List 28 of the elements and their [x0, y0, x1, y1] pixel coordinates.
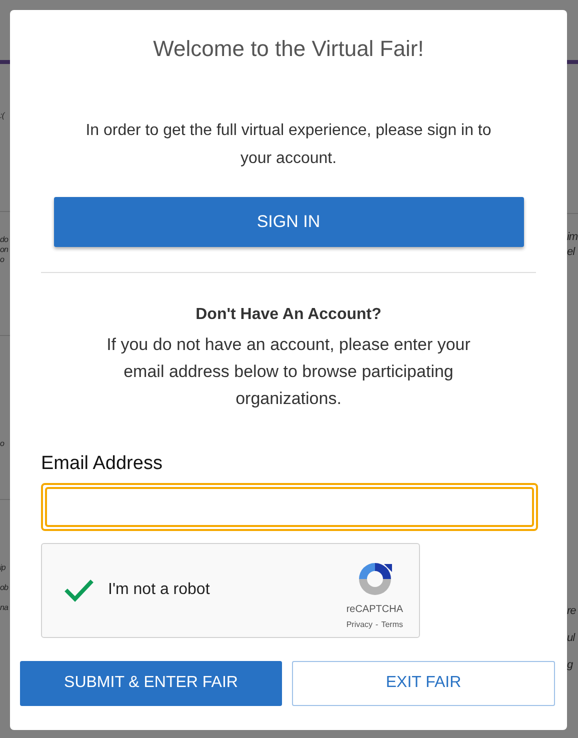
- no-account-heading: Don't Have An Account?: [196, 305, 382, 325]
- background-text: o: [0, 256, 6, 264]
- background-text: :(: [0, 112, 6, 120]
- recaptcha-brand: reCAPTCHA: [346, 602, 403, 616]
- sign-in-button[interactable]: SIGN IN: [54, 197, 524, 247]
- link-separator: -: [376, 618, 378, 630]
- email-field[interactable]: [41, 482, 538, 530]
- submit-button[interactable]: SUBMIT & ENTER FAIR: [20, 660, 282, 706]
- privacy-link[interactable]: Privacy: [346, 618, 373, 630]
- background-text: im: [567, 232, 578, 243]
- captcha-label: I'm not a robot: [108, 580, 210, 600]
- background-text: o: [0, 440, 6, 448]
- background-text: re: [567, 606, 577, 617]
- background-text: na: [0, 604, 10, 612]
- terms-link[interactable]: Terms: [381, 618, 403, 630]
- background-text: ob: [0, 584, 10, 592]
- modal-title: Welcome to the Virtual Fair!: [153, 35, 424, 63]
- background-text: do: [0, 236, 10, 244]
- background-text: el: [567, 247, 576, 258]
- background-text: ip: [0, 564, 6, 572]
- exit-button[interactable]: EXIT FAIR: [292, 660, 555, 706]
- background-text: ul: [567, 633, 576, 644]
- no-account-text: If you do not have an account, please enter your email address below to browse participating organizations.: [106, 334, 472, 410]
- intro-text: In order to get the full virtual experience, please sign in to your account.: [84, 121, 492, 169]
- email-label: Email Address: [41, 452, 164, 476]
- checkmark-icon: [64, 578, 94, 602]
- background-text: on: [0, 246, 10, 254]
- background-text: g: [567, 660, 574, 671]
